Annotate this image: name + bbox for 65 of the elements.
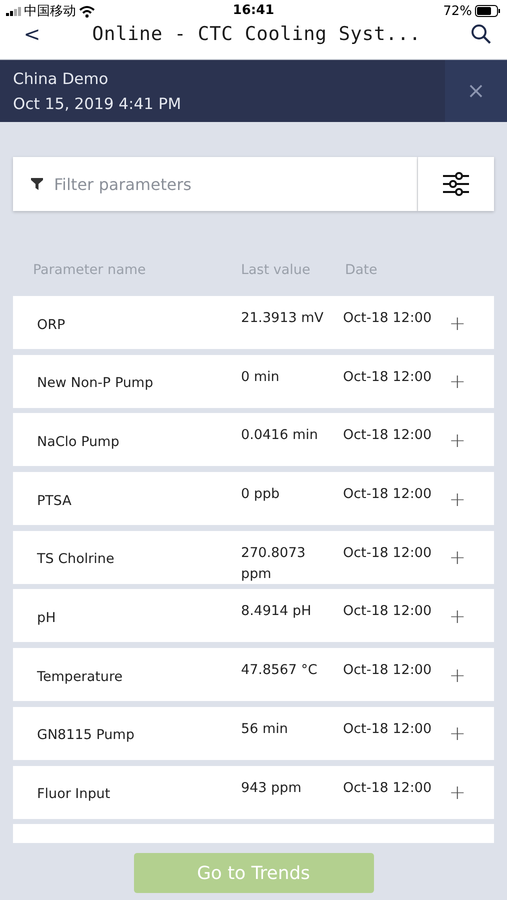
site-name: China Demo xyxy=(13,70,110,88)
close-button[interactable]: × xyxy=(445,60,507,122)
date-cell-text: Oct-18 12:00 xyxy=(343,426,433,446)
last-value: 0 ppb xyxy=(241,485,281,504)
add-button[interactable]: + xyxy=(449,545,466,570)
last-value: 943 ppm xyxy=(241,778,302,798)
parameter-name: pH xyxy=(36,608,57,626)
add-button[interactable]: + xyxy=(449,369,466,394)
parameter-name: Fluor Input xyxy=(36,785,112,802)
last-value: 8.4914 pH xyxy=(241,602,312,622)
add-button[interactable]: + xyxy=(449,486,466,511)
column-header: Last value xyxy=(241,262,312,278)
battery-percent: 72% xyxy=(443,4,472,18)
date-cell-text: Oct-18 12:00 xyxy=(343,544,433,563)
last-value: 0.0416 min xyxy=(241,426,319,446)
date-cell-text: Oct-18 12:00 xyxy=(343,720,433,739)
parameter-row[interactable]: TS Cholrine 270.8073 ppm Oct-18 12:00 + xyxy=(13,530,494,584)
column-header: Parameter name xyxy=(32,262,147,278)
parameter-name: PTSA xyxy=(36,492,72,509)
date-cell-text: Oct-18 12:00 xyxy=(343,778,433,798)
filter-field[interactable]: Filter parameters xyxy=(52,174,399,194)
parameter-name: Temperature xyxy=(36,668,124,685)
parameter-row[interactable]: Temperature 47.8567 °C Oct-18 12:00 + xyxy=(13,648,494,702)
last-value: 56 min xyxy=(241,720,289,739)
parameter-name: ORP xyxy=(36,316,66,332)
back-button[interactable]: < xyxy=(22,22,42,46)
date-cell-text: Oct-18 12:00 xyxy=(343,485,433,504)
parameter-name: New Non-P Pump xyxy=(36,374,154,392)
add-button[interactable]: + xyxy=(449,428,466,452)
last-value: 21.3913 mV xyxy=(241,309,325,328)
date-cell-text: Oct-18 12:00 xyxy=(343,661,433,680)
add-button[interactable]: + xyxy=(449,721,466,746)
add-button[interactable]: + xyxy=(449,780,466,804)
parameter-row[interactable]: NaClo Pump 0.0416 min Oct-18 12:00 + xyxy=(13,413,494,466)
settings-sliders-icon[interactable] xyxy=(443,172,469,196)
date-cell-text: Oct-18 12:00 xyxy=(343,309,433,328)
parameter-name: NaClo Pump xyxy=(36,432,120,450)
date-cell-text: Oct-18 12:00 xyxy=(343,368,433,387)
date-cell-text: Oct-18 12:00 xyxy=(343,602,433,622)
search-icon[interactable] xyxy=(471,24,491,44)
carrier-name: 中国移动 xyxy=(24,3,76,20)
parameter-row[interactable]: PTSA 0 ppb Oct-18 12:00 + xyxy=(13,472,494,526)
clock: 16:41 xyxy=(232,3,274,18)
settings-button[interactable] xyxy=(418,157,494,211)
add-button[interactable]: + xyxy=(449,604,466,628)
timestamp: Oct 15, 2019 4:41 PM xyxy=(13,94,182,112)
wifi-icon xyxy=(79,4,95,18)
filter-field[interactable]: Filter parameters xyxy=(13,157,418,211)
column-header: Date xyxy=(345,262,378,278)
add-button[interactable]: + xyxy=(449,662,466,687)
filter-icon xyxy=(31,178,43,190)
last-value: 270.8073 ppm xyxy=(241,544,306,584)
parameter-row[interactable]: New Non-P Pump 0 min Oct-18 12:00 + xyxy=(13,354,494,408)
parameter-row[interactable]: GN8115 Pump 56 min Oct-18 12:00 + xyxy=(13,706,494,760)
battery-icon xyxy=(475,5,501,17)
signal-icon xyxy=(6,6,21,16)
parameter-row[interactable]: Fluor Input 943 ppm Oct-18 12:00 + xyxy=(13,766,494,818)
parameter-name: TS Cholrine xyxy=(36,550,116,568)
page-title: Online - CTC Cooling Syst... xyxy=(91,23,422,45)
last-value: 0 min xyxy=(241,368,280,387)
add-button[interactable]: + xyxy=(449,310,466,334)
parameter-row[interactable]: ORP 21.3913 mV Oct-18 12:00 + xyxy=(13,296,494,349)
parameter-name: GN8115 Pump xyxy=(36,726,136,744)
parameter-row[interactable]: pH 8.4914 pH Oct-18 12:00 + xyxy=(13,589,494,642)
last-value: 47.8567 °C xyxy=(241,661,318,680)
